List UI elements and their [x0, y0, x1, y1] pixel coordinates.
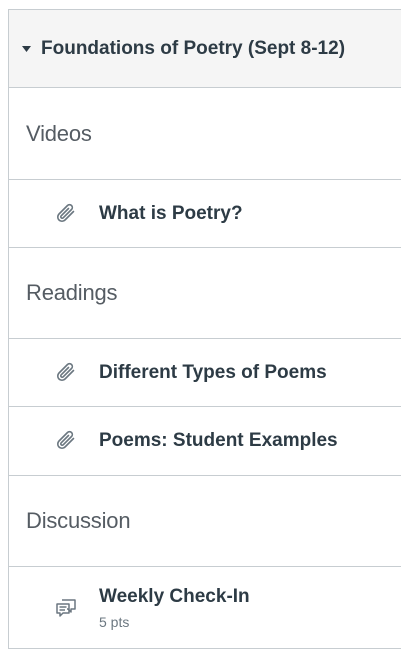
- module-panel: Foundations of Poetry (Sept 8-12) Videos…: [8, 9, 401, 649]
- module-item-weekly-check-in[interactable]: Weekly Check-In 5 pts: [9, 567, 401, 648]
- paperclip-icon: [54, 429, 78, 453]
- module-item-what-is-poetry[interactable]: What is Poetry?: [9, 180, 401, 248]
- points-label: 5 pts: [99, 613, 130, 630]
- caret-down-icon[interactable]: [21, 44, 31, 54]
- module-header[interactable]: Foundations of Poetry (Sept 8-12): [9, 10, 401, 88]
- module-item-title[interactable]: Poems: Student Examples: [99, 430, 338, 452]
- subheader-videos: Videos: [9, 88, 401, 180]
- subheader-label: Discussion: [26, 508, 131, 533]
- paperclip-icon: [54, 361, 78, 385]
- subheader-label: Videos: [26, 120, 92, 146]
- module-item-poems-student-examples[interactable]: Poems: Student Examples: [9, 407, 401, 476]
- subheader-discussion: Discussion: [9, 476, 401, 567]
- paperclip-icon: [54, 202, 78, 226]
- module-item-different-types-of-poems[interactable]: Different Types of Poems: [9, 339, 401, 407]
- subheader-label: Readings: [26, 280, 118, 305]
- discussion-icon: [54, 596, 78, 620]
- subheader-readings: Readings: [9, 248, 401, 339]
- module-item-title[interactable]: Weekly Check-In: [99, 586, 250, 608]
- module-item-title[interactable]: Different Types of Poems: [99, 362, 327, 384]
- module-title: Foundations of Poetry (Sept 8-12): [41, 37, 346, 59]
- module-item-title[interactable]: What is Poetry?: [99, 203, 243, 225]
